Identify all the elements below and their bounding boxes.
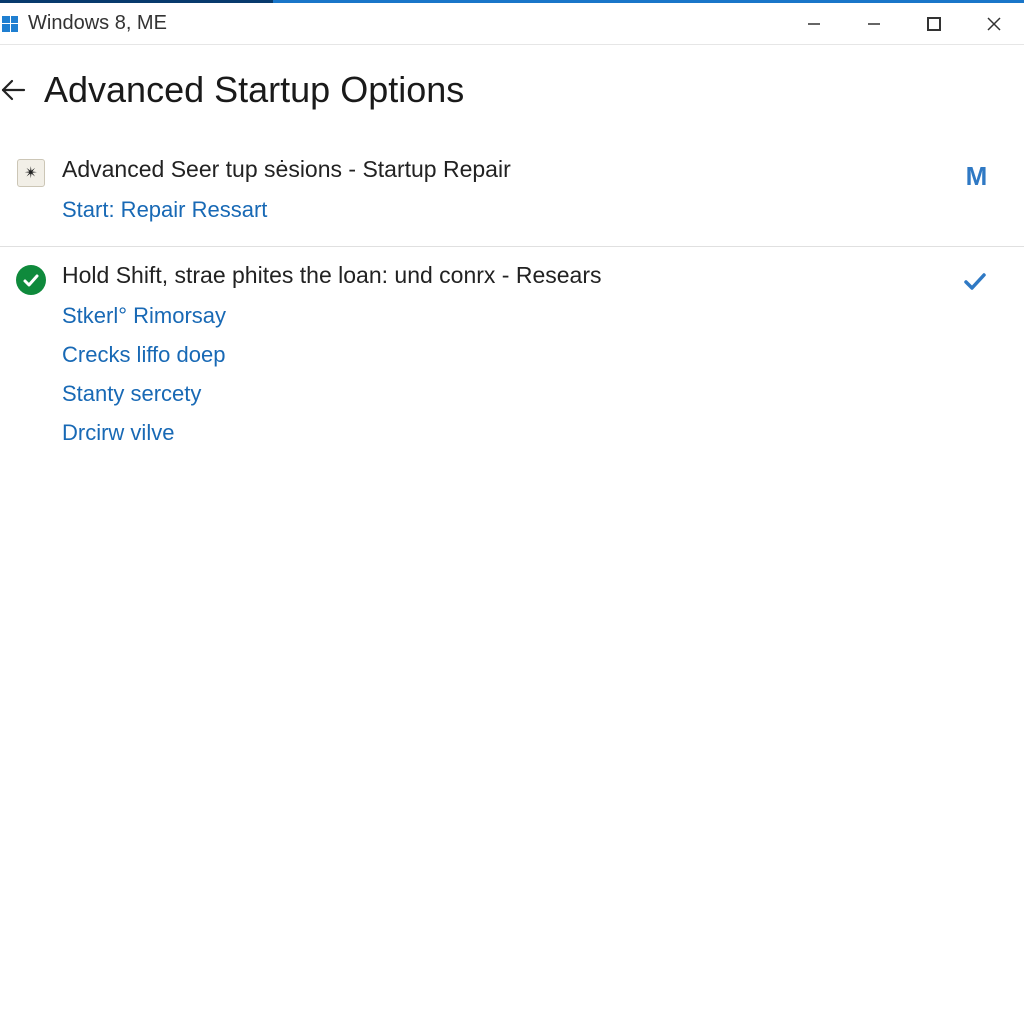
section-body: Hold Shift, strae phites the loan: und c… [62, 261, 940, 455]
close-button[interactable] [964, 3, 1024, 45]
m-icon: M [966, 161, 985, 192]
section-icon-wrap [0, 261, 62, 295]
section-right [940, 261, 1010, 295]
link-drcirw[interactable]: Drcirw vilve [62, 416, 940, 449]
titlebar: Windows 8, ME [0, 3, 1024, 45]
window-title: Windows 8, ME [28, 12, 167, 35]
link-start-repair[interactable]: Start: Repair Ressart [62, 193, 940, 226]
link-crecks[interactable]: Crecks liffo doep [62, 338, 940, 371]
window: Windows 8, ME [0, 0, 1024, 1024]
windows-logo-icon [2, 16, 18, 32]
minimize-button-2[interactable] [844, 3, 904, 45]
minimize-button[interactable] [784, 3, 844, 45]
check-icon [961, 267, 989, 295]
window-controls [784, 3, 1024, 45]
section-title: Advanced Seer tup sėsions - Startup Repa… [62, 155, 940, 185]
content-area: Advanced Startup Options ✴ Advanced Seer… [0, 45, 1024, 1024]
tool-icon: ✴ [17, 159, 45, 187]
check-circle-icon [16, 265, 46, 295]
maximize-button[interactable] [904, 3, 964, 45]
section-startup-repair: ✴ Advanced Seer tup sėsions - Startup Re… [0, 141, 1024, 247]
section-hold-shift: Hold Shift, strae phites the loan: und c… [0, 247, 1024, 469]
section-icon-wrap: ✴ [0, 155, 62, 187]
back-button[interactable] [0, 75, 44, 105]
section-title: Hold Shift, strae phites the loan: und c… [62, 261, 940, 291]
page-header: Advanced Startup Options [0, 69, 1024, 111]
top-accent-strip [0, 0, 1024, 3]
section-right: M [940, 155, 1010, 192]
section-body: Advanced Seer tup sėsions - Startup Repa… [62, 155, 940, 232]
link-stanty[interactable]: Stanty sercety [62, 377, 940, 410]
page-title: Advanced Startup Options [44, 69, 464, 111]
link-stkerl[interactable]: Stkerl° Rimorsay [62, 299, 940, 332]
